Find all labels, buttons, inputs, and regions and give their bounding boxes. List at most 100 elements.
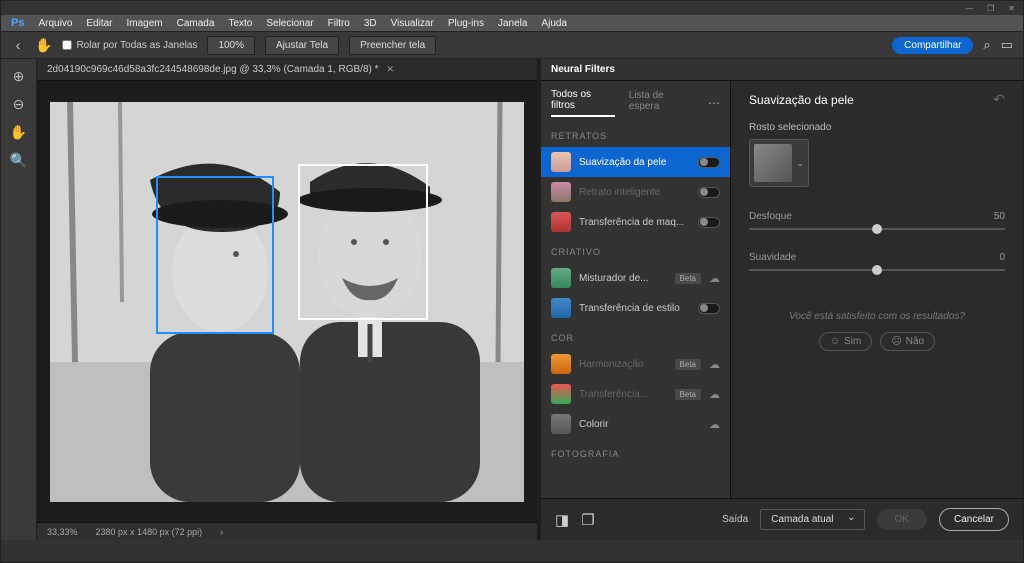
toggle-switch[interactable] — [698, 303, 720, 314]
document-tabs: 2d04190c969c46d58a3fc244548698de.jpg @ 3… — [37, 59, 537, 81]
tab-all-filters[interactable]: Todos os filtros — [551, 89, 615, 117]
maximize-icon[interactable]: ❐ — [987, 4, 994, 13]
cloud-icon[interactable]: ☁ — [709, 272, 720, 285]
blur-slider[interactable] — [749, 228, 1005, 230]
filter-icon — [551, 354, 571, 374]
menu-file[interactable]: Arquivo — [38, 18, 72, 29]
filter-makeup-transfer[interactable]: Transferência de maq... — [551, 207, 720, 237]
canvas[interactable] — [37, 81, 537, 522]
filter-skin-smoothing[interactable]: Suavização da pele — [541, 147, 730, 177]
search-icon[interactable]: ⌕ — [983, 37, 990, 53]
settings-title: Suavização da pele — [749, 93, 854, 107]
menu-select[interactable]: Selecionar — [266, 18, 313, 29]
tab-waitlist[interactable]: Lista de espera — [629, 90, 694, 116]
cloud-icon[interactable]: ☁ — [709, 388, 720, 401]
zoom-level[interactable]: 100% — [207, 36, 255, 55]
filter-color-transfer[interactable]: Transferência... Beta ☁ — [551, 379, 720, 409]
filter-style-transfer[interactable]: Transferência de estilo — [551, 293, 720, 323]
no-button[interactable]: ☹Não — [880, 332, 935, 351]
menu-filter[interactable]: Filtro — [328, 18, 350, 29]
smooth-value: 0 — [999, 252, 1005, 263]
filter-icon — [551, 212, 571, 232]
yes-button[interactable]: ☺Sim — [819, 332, 872, 351]
panel-footer: ◨ ❐ Saída Camada atual OK Cancelar — [541, 498, 1023, 540]
filter-settings: Suavização da pele ↶ Rosto selecionado ⌄… — [731, 81, 1023, 498]
output-dropdown[interactable]: Camada atual — [760, 509, 864, 530]
magnify-icon[interactable]: 🔍 — [10, 151, 28, 169]
face-thumbnail — [754, 144, 792, 182]
filter-list: Todos os filtros Lista de espera ⋯ RETRA… — [541, 81, 731, 498]
filter-icon — [551, 182, 571, 202]
menu-plugins[interactable]: Plug-ins — [448, 18, 484, 29]
options-bar: ‹ ✋ Rolar por Todas as Janelas 100% Ajus… — [1, 31, 1023, 59]
toggle-switch[interactable] — [698, 217, 720, 228]
smile-icon: ☺ — [830, 336, 840, 347]
scroll-all-checkbox[interactable]: Rolar por Todas as Janelas — [62, 40, 197, 51]
filter-icon — [551, 384, 571, 404]
document-tab[interactable]: 2d04190c969c46d58a3fc244548698de.jpg @ 3… — [37, 60, 404, 79]
group-color: COR — [551, 333, 720, 343]
menu-edit[interactable]: Editar — [86, 18, 112, 29]
frown-icon: ☹ — [891, 336, 901, 347]
filter-icon — [551, 268, 571, 288]
menu-text[interactable]: Texto — [228, 18, 252, 29]
window-controls: — ❐ ✕ — [965, 4, 1015, 13]
menu-view[interactable]: Visualizar — [391, 18, 434, 29]
blur-label: Desfoque — [749, 211, 792, 222]
app-logo: Ps — [11, 17, 24, 29]
face-select-label: Rosto selecionado — [749, 122, 1005, 133]
close-icon[interactable]: ✕ — [1008, 4, 1015, 13]
tab-close-icon[interactable]: ✕ — [387, 64, 395, 75]
hand-icon[interactable]: ✋ — [10, 123, 28, 141]
smooth-slider[interactable] — [749, 269, 1005, 271]
title-bar: — ❐ ✕ — [1, 1, 1023, 15]
neural-filters-panel: Neural Filters Todos os filtros Lista de… — [541, 59, 1023, 540]
preview-icon[interactable]: ◨ — [555, 511, 569, 529]
menu-bar: Ps Arquivo Editar Imagem Camada Texto Se… — [1, 15, 1023, 31]
status-zoom: 33,33% — [47, 527, 78, 537]
filter-harmonization[interactable]: Harmonização Beta ☁ — [551, 349, 720, 379]
group-photography: FOTOGRAFIA — [551, 449, 720, 459]
menu-window[interactable]: Janela — [498, 18, 527, 29]
back-icon[interactable]: ‹ — [11, 38, 25, 52]
tool-column: ⊕ ⊖ ✋ 🔍 — [1, 59, 37, 540]
status-dims: 2380 px x 1480 px (72 ppi) — [96, 527, 203, 537]
face-selection-2[interactable] — [298, 164, 428, 320]
toggle-switch[interactable] — [698, 157, 720, 168]
filter-smart-portrait[interactable]: Retrato inteligente — [551, 177, 720, 207]
share-button[interactable]: Compartilhar — [892, 37, 973, 54]
filter-icon — [551, 298, 571, 318]
fit-screen-button[interactable]: Ajustar Tela — [265, 36, 339, 55]
minimize-icon[interactable]: — — [965, 4, 973, 13]
toggle-switch[interactable] — [698, 187, 720, 198]
menu-help[interactable]: Ajuda — [541, 18, 567, 29]
group-creative: CRIATIVO — [551, 247, 720, 257]
panel-header: Neural Filters — [541, 59, 1023, 81]
menu-image[interactable]: Imagem — [127, 18, 163, 29]
feedback-question: Você está satisfeito com os resultados? — [749, 311, 1005, 322]
menu-layer[interactable]: Camada — [177, 18, 215, 29]
blur-value: 50 — [994, 211, 1005, 222]
chevron-down-icon: ⌄ — [796, 158, 804, 169]
photo-image — [50, 102, 524, 502]
group-portraits: RETRATOS — [551, 131, 720, 141]
zoom-in-icon[interactable]: ⊕ — [10, 67, 28, 85]
filter-colorize[interactable]: Colorir ☁ — [551, 409, 720, 439]
cloud-icon[interactable]: ☁ — [709, 418, 720, 431]
fill-screen-button[interactable]: Preencher tela — [349, 36, 436, 55]
smooth-label: Suavidade — [749, 252, 796, 263]
ok-button[interactable]: OK — [877, 509, 927, 530]
filter-landscape-mixer[interactable]: Misturador de... Beta ☁ — [551, 263, 720, 293]
workspace-icon[interactable]: ▭ — [1001, 37, 1013, 53]
hand-tool-icon[interactable]: ✋ — [35, 37, 52, 54]
layers-icon[interactable]: ❐ — [581, 511, 594, 529]
face-selector[interactable]: ⌄ — [749, 139, 809, 187]
face-selection-1[interactable] — [156, 176, 274, 334]
cloud-icon[interactable]: ☁ — [709, 358, 720, 371]
menu-3d[interactable]: 3D — [364, 18, 377, 29]
zoom-out-icon[interactable]: ⊖ — [10, 95, 28, 113]
cancel-button[interactable]: Cancelar — [939, 508, 1009, 531]
more-icon[interactable]: ⋯ — [708, 96, 720, 110]
reset-icon[interactable]: ↶ — [993, 91, 1005, 108]
filter-icon — [551, 414, 571, 434]
